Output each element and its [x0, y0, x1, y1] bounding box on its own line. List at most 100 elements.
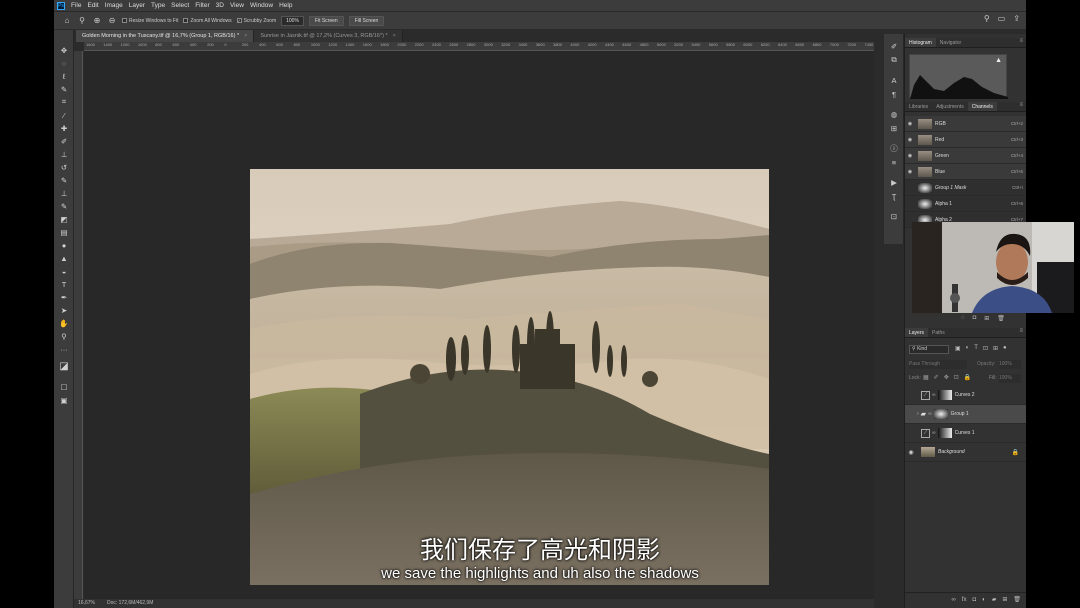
expand-chevron-icon[interactable]: ›	[917, 411, 919, 417]
menu-filter[interactable]: Filter	[195, 2, 209, 9]
hand-tool-icon[interactable]: ✋	[58, 317, 70, 329]
brush-small-icon[interactable]: ✎	[58, 174, 70, 186]
fit-screen-button[interactable]: Fit Screen	[308, 15, 344, 26]
save-selection-icon[interactable]: ◘	[973, 315, 977, 322]
layer-style-icon[interactable]: fx	[962, 597, 967, 603]
vertical-ruler[interactable]	[74, 51, 83, 600]
dodge-tool-icon[interactable]: ▲	[58, 252, 70, 264]
fill-screen-button[interactable]: Fill Screen	[348, 15, 385, 26]
eye-icon[interactable]: ◉	[905, 137, 915, 143]
scrubby-zoom-checkbox[interactable]: ✓ Scrubby Zoom	[236, 18, 276, 24]
zoom-tool-side-icon[interactable]: ⚲	[58, 330, 70, 342]
clone-stamp-icon[interactable]: ⊥	[58, 148, 70, 160]
tab-channels[interactable]: Channels	[967, 102, 997, 111]
menu-window[interactable]: Window	[250, 2, 273, 9]
doc-size-status[interactable]: Doc: 172,6M/462,9M	[107, 599, 153, 608]
blur-tool-icon[interactable]: ●	[58, 239, 70, 251]
new-layer-icon[interactable]: ⊞	[1002, 596, 1007, 603]
history-small-icon[interactable]: ✎	[58, 200, 70, 212]
gradient-tool-icon[interactable]: ▤	[58, 226, 70, 238]
zoom-out-icon[interactable]: ⊖	[107, 16, 117, 25]
new-group-icon[interactable]: ▰	[992, 596, 997, 603]
eyedropper-tool-icon[interactable]: ⁄	[58, 109, 70, 121]
pixel-filter-icon[interactable]: ▣	[955, 345, 961, 352]
brush-tool-icon[interactable]: ✐	[58, 135, 70, 147]
stamp-small-icon[interactable]: ⊥	[58, 187, 70, 199]
panel-menu-icon[interactable]: ≡	[1019, 328, 1023, 334]
path-select-icon[interactable]: ➤	[58, 304, 70, 316]
delete-layer-icon[interactable]: 🗑	[1013, 596, 1021, 603]
layer-row-group-1[interactable]: › ▰ ∞ Group 1	[905, 405, 1026, 424]
home-icon[interactable]: ⌂	[62, 16, 72, 25]
menu-3d[interactable]: 3D	[216, 2, 224, 9]
clone-source-icon[interactable]: ⧉	[888, 54, 900, 66]
menu-view[interactable]: View	[230, 2, 244, 9]
layer-row-curves-2[interactable]: ⟋ ∞ Curves 2	[905, 386, 1026, 405]
zoom-status[interactable]: 16,67%	[78, 599, 95, 608]
glyphs-icon[interactable]: Ʈ	[888, 190, 900, 202]
burn-tool-icon[interactable]: ◒	[58, 265, 70, 277]
horizontal-ruler[interactable]: 1600 1400 1200 1000 800 600 400 200 0 200 400 600 80…	[84, 42, 874, 51]
eraser-tool-icon[interactable]: ◩	[58, 213, 70, 225]
search-icon[interactable]: ⚲	[984, 14, 990, 23]
type-filter-icon[interactable]: T	[974, 345, 978, 352]
eye-icon[interactable]: ◉	[905, 121, 915, 127]
eye-icon[interactable]: ◉	[905, 153, 915, 159]
zoom-all-windows-checkbox[interactable]: Zoom All Windows	[183, 18, 232, 24]
lock-paint-icon[interactable]: ✐	[934, 374, 939, 381]
shape-filter-icon[interactable]: ⊡	[983, 345, 988, 352]
fill-field[interactable]: 100%	[999, 374, 1021, 383]
layer-mask-thumbnail[interactable]	[937, 390, 952, 400]
lock-artboard-icon[interactable]: ⊡	[954, 374, 959, 381]
delete-channel-icon[interactable]: 🗑	[997, 315, 1005, 322]
healing-brush-icon[interactable]: ✚	[58, 122, 70, 134]
lasso-tool-icon[interactable]: ℓ	[58, 70, 70, 82]
resize-windows-checkbox[interactable]: Resize Windows to Fit	[122, 18, 178, 24]
smart-object-filter-icon[interactable]: ⊞	[993, 345, 998, 352]
foreground-background-color-icon[interactable]: ◪	[58, 360, 70, 372]
layer-mask-thumbnail[interactable]	[937, 428, 952, 438]
eye-icon[interactable]: ◉	[905, 449, 917, 456]
panel-menu-icon[interactable]: ≡	[1019, 102, 1023, 108]
close-icon[interactable]: ×	[244, 33, 247, 39]
menu-select[interactable]: Select	[171, 2, 189, 9]
filter-toggle-icon[interactable]: ●	[1003, 345, 1007, 352]
close-icon[interactable]: ×	[393, 33, 396, 39]
channel-row-red[interactable]: ◉ Red Ctrl+3	[905, 132, 1026, 148]
canvas-area[interactable]	[84, 51, 874, 600]
lock-pixels-icon[interactable]: ▦	[923, 374, 929, 381]
load-selection-icon[interactable]: ◌	[961, 315, 965, 322]
tuscany-photo[interactable]	[250, 169, 769, 585]
tab-sunrise-jasnik[interactable]: Sunrise in Jasnik.tif @ 17,2% (Curves 3,…	[254, 30, 403, 42]
channel-row-alpha-1[interactable]: Alpha 1 Ctrl+6	[905, 196, 1026, 212]
menu-layer[interactable]: Layer	[129, 2, 145, 9]
zoom-tool-icon[interactable]: ⚲	[77, 16, 87, 25]
group-mask-thumbnail[interactable]	[933, 409, 948, 419]
history-brush-icon[interactable]: ↺	[58, 161, 70, 173]
paragraph-icon[interactable]: ¶	[888, 88, 900, 100]
adjustment-layer-icon[interactable]: ◐	[982, 597, 986, 603]
adjustment-filter-icon[interactable]: ◐	[966, 345, 970, 352]
lock-all-icon[interactable]: 🔒	[964, 374, 971, 381]
tab-layers[interactable]: Layers	[905, 328, 929, 337]
menu-help[interactable]: Help	[279, 2, 292, 9]
pen-tool-icon[interactable]: ✒	[58, 291, 70, 303]
channel-row-green[interactable]: ◉ Green Ctrl+4	[905, 148, 1026, 164]
new-channel-icon[interactable]: ⊞	[984, 315, 989, 322]
menu-type[interactable]: Type	[151, 2, 165, 9]
type-tool-icon[interactable]: T	[58, 278, 70, 290]
swatches-icon[interactable]: ⊞	[888, 122, 900, 134]
quick-mask-icon[interactable]: ▢	[58, 380, 70, 392]
tab-adjustments[interactable]: Adjustments	[932, 102, 968, 111]
menu-image[interactable]: Image	[105, 2, 123, 9]
brush-settings-icon[interactable]: ✐	[888, 40, 900, 52]
zoom-in-icon[interactable]: ⊕	[92, 16, 102, 25]
channel-row-rgb[interactable]: ◉ RGB Ctrl+2	[905, 116, 1026, 132]
more-tools-icon[interactable]: ···	[58, 343, 70, 355]
properties-icon[interactable]: ≡	[888, 156, 900, 168]
zoom-percent-field[interactable]: 100%	[281, 15, 304, 26]
quick-select-tool-icon[interactable]: ✎	[58, 83, 70, 95]
channel-row-group-mask[interactable]: Group 1 Mask Ctrl+\	[905, 180, 1026, 196]
menu-edit[interactable]: Edit	[87, 2, 98, 9]
tab-golden-morning[interactable]: Golden Morning in the Tuscany.tif @ 16,7…	[76, 30, 255, 42]
